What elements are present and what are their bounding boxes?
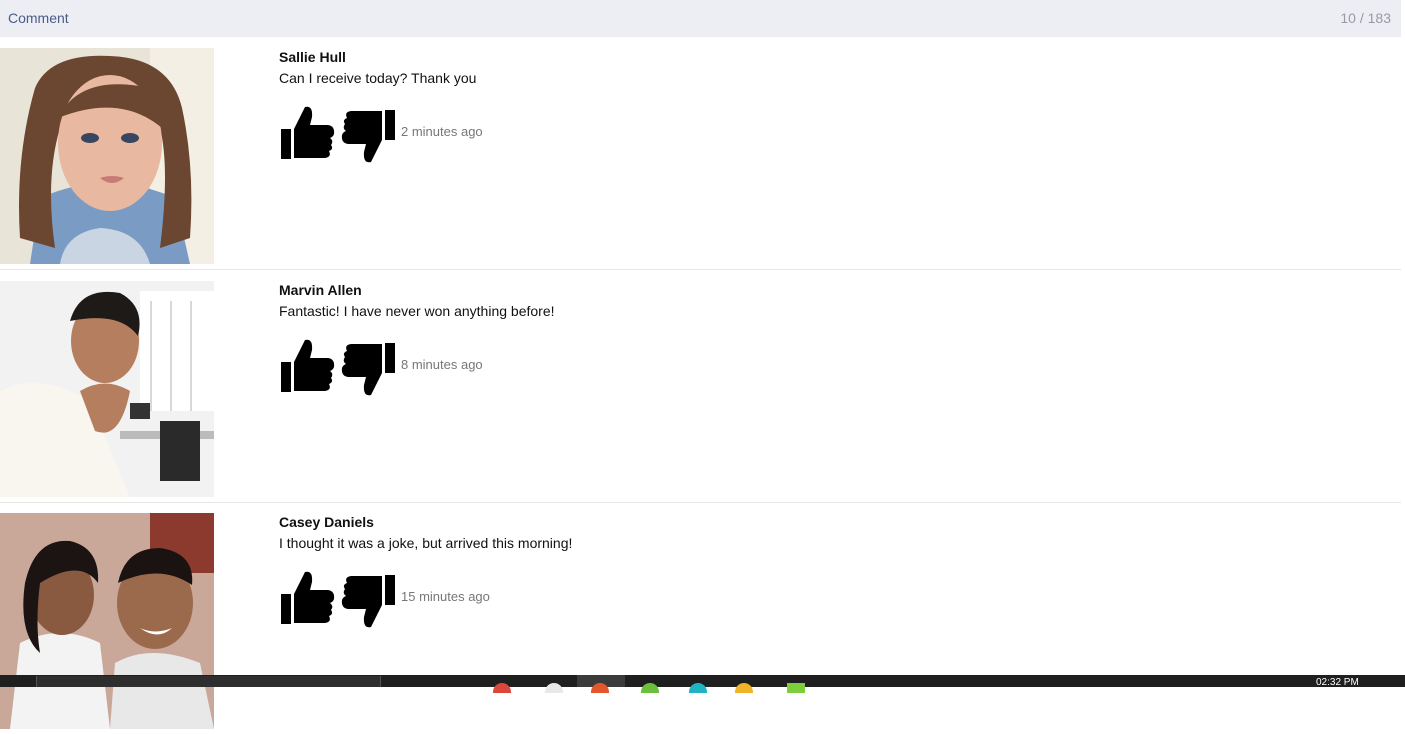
thumbs-down-icon[interactable] [341,341,397,399]
comments-title: Comment [8,10,69,26]
comment-timestamp: 8 minutes ago [401,357,483,372]
thumbs-up-icon[interactable] [279,570,335,628]
commenter-name[interactable]: Marvin Allen [279,282,362,298]
commenter-name[interactable]: Casey Daniels [279,514,374,530]
comment-text: I thought it was a joke, but arrived thi… [279,535,573,551]
comment-text: Fantastic! I have never won anything bef… [279,303,555,319]
thumbs-up-icon[interactable] [279,105,335,163]
commenter-name[interactable]: Sallie Hull [279,49,346,65]
comment-timestamp: 2 minutes ago [401,124,483,139]
taskbar-search-box[interactable] [36,676,381,687]
comment-count: 10 / 183 [1340,10,1391,26]
comments-header: Comment 10 / 183 [0,0,1401,37]
taskbar-app-icon[interactable] [493,683,511,693]
avatar [0,48,214,264]
taskbar-app-icon[interactable] [787,683,805,693]
thumbs-down-icon[interactable] [341,108,397,166]
taskbar-app-icon[interactable] [735,683,753,693]
comment-item: Sallie Hull Can I receive today? Thank y… [0,37,1401,270]
os-taskbar: 02:32 PM [0,675,1405,693]
taskbar-app-icon[interactable] [545,683,563,693]
taskbar-app-icon[interactable] [689,683,707,693]
comment-item: Marvin Allen Fantastic! I have never won… [0,270,1401,503]
taskbar-app-icon[interactable] [641,683,659,693]
thumbs-down-icon[interactable] [341,573,397,631]
taskbar-clock[interactable]: 02:32 PM [1316,677,1359,688]
comment-timestamp: 15 minutes ago [401,589,490,604]
comment-text: Can I receive today? Thank you [279,70,477,86]
avatar [0,281,214,497]
avatar [0,513,214,729]
thumbs-up-icon[interactable] [279,338,335,396]
comment-item: Casey Daniels I thought it was a joke, b… [0,502,1401,734]
